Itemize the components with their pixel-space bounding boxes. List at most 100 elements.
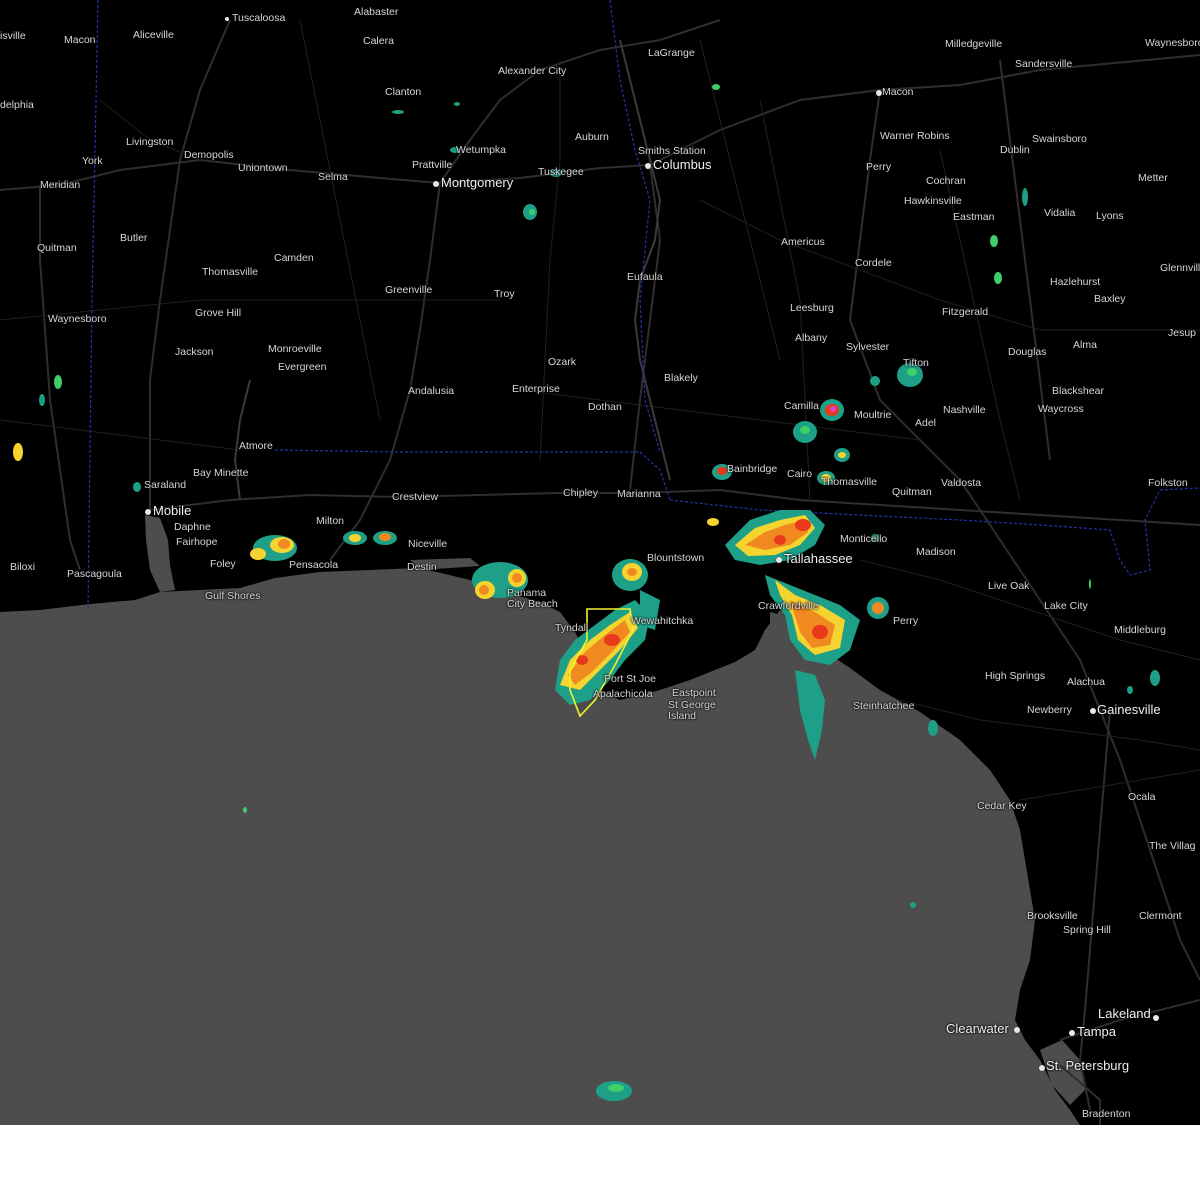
city-dot bbox=[645, 163, 651, 169]
city-label: Eastpoint bbox=[672, 687, 716, 699]
city-label: Cordele bbox=[855, 257, 892, 269]
city-label: Perry bbox=[866, 161, 892, 173]
city-label: Moultrie bbox=[854, 409, 892, 421]
city-label: Evergreen bbox=[278, 361, 327, 373]
city-label: Monroeville bbox=[268, 343, 322, 355]
city-label: Dublin bbox=[1000, 144, 1030, 156]
city-label: Metter bbox=[1138, 172, 1168, 184]
city-label: Macon bbox=[64, 34, 96, 46]
city-dot bbox=[145, 509, 151, 515]
rivers bbox=[233, 39, 671, 501]
city-label: LaGrange bbox=[648, 47, 695, 59]
city-label: Tyndall bbox=[555, 622, 589, 634]
city-dot bbox=[776, 557, 782, 563]
city-dot bbox=[1039, 1065, 1045, 1071]
city-label: Aliceville bbox=[133, 29, 174, 41]
city-label: Baxley bbox=[1094, 293, 1126, 305]
city-label: Saraland bbox=[144, 479, 187, 491]
city-label: Marianna bbox=[617, 488, 661, 500]
city-label: Port St Joe bbox=[604, 673, 656, 685]
city-label: Livingston bbox=[126, 136, 174, 148]
city-label: Wetumpka bbox=[456, 144, 506, 156]
city-label: Meridian bbox=[40, 179, 81, 191]
city-label: Fairhope bbox=[176, 536, 218, 548]
city-label: isville bbox=[0, 30, 26, 42]
city-label: Hawkinsville bbox=[904, 195, 962, 207]
city-label: Atmore bbox=[239, 440, 273, 452]
city-label: Destin bbox=[407, 561, 437, 573]
city-label: Lake City bbox=[1044, 600, 1088, 612]
city-label: Columbus bbox=[653, 157, 712, 172]
city-label: St. Petersburg bbox=[1046, 1058, 1130, 1073]
city-dot bbox=[1090, 708, 1096, 714]
city-label: Calera bbox=[363, 35, 394, 47]
city-label: Waynesboro bbox=[1145, 37, 1200, 49]
city-label: Crawfordville bbox=[758, 600, 819, 612]
basemap bbox=[0, 0, 1200, 1125]
city-label: Sandersville bbox=[1015, 58, 1073, 70]
city-label: Warner Robins bbox=[880, 130, 950, 142]
city-label: Live Oak bbox=[988, 580, 1030, 592]
city-label: Middleburg bbox=[1114, 624, 1166, 636]
city-label: Tuscaloosa bbox=[232, 12, 286, 24]
city-label: Cedar Key bbox=[977, 800, 1027, 812]
city-dot bbox=[1069, 1030, 1075, 1036]
city-label: Montgomery bbox=[441, 175, 514, 190]
storm-cell-pensacola bbox=[250, 535, 297, 561]
city-label: Douglas bbox=[1008, 346, 1047, 358]
radar-map[interactable]: Tuscaloosa Alabaster LaGrange Milledgevi… bbox=[0, 0, 1200, 1125]
city-label: Bradenton bbox=[1082, 1108, 1131, 1120]
city-label: The Villag bbox=[1149, 840, 1196, 852]
city-label: Folkston bbox=[1148, 477, 1188, 489]
city-label: Ozark bbox=[548, 356, 577, 368]
city-label: Lyons bbox=[1096, 210, 1124, 222]
city-label: Chipley bbox=[563, 487, 599, 499]
city-label: Pascagoula bbox=[67, 568, 122, 580]
city-label: Troy bbox=[494, 288, 515, 300]
city-label: Fitzgerald bbox=[942, 306, 989, 318]
city-label: Valdosta bbox=[941, 477, 982, 489]
city-dot bbox=[1014, 1027, 1020, 1033]
city-label: Leesburg bbox=[790, 302, 834, 314]
city-label: Apalachicola bbox=[593, 688, 653, 700]
city-label: Blakely bbox=[664, 372, 698, 384]
city-label: Nashville bbox=[943, 404, 986, 416]
city-label: Alabaster bbox=[354, 6, 399, 18]
city-label: Thomasville bbox=[821, 476, 878, 488]
city-label: Biloxi bbox=[10, 561, 36, 573]
city-label: Clearwater bbox=[946, 1021, 1009, 1036]
city-label: Monticello bbox=[840, 533, 888, 545]
city-label: Clanton bbox=[385, 86, 422, 98]
city-label: Camilla bbox=[784, 400, 820, 412]
city-label: Milledgeville bbox=[945, 38, 1003, 50]
city-label: Cairo bbox=[787, 468, 813, 480]
city-label: Enterprise bbox=[512, 383, 560, 395]
city-label: Madison bbox=[916, 546, 956, 558]
city-label: Swainsboro bbox=[1032, 133, 1087, 145]
city-label: Brooksville bbox=[1027, 910, 1078, 922]
city-label: St George Island bbox=[668, 699, 716, 722]
city-label: Camden bbox=[274, 252, 314, 264]
city-label: Bay Minette bbox=[193, 467, 249, 479]
city-label: Hazlehurst bbox=[1050, 276, 1101, 288]
city-label: Tifton bbox=[903, 357, 929, 369]
city-label: Panama City Beach bbox=[507, 587, 558, 610]
city-label: Bainbridge bbox=[727, 463, 778, 475]
city-label: Blountstown bbox=[647, 552, 705, 564]
city-dot bbox=[1153, 1015, 1159, 1021]
city-label: Milton bbox=[316, 515, 345, 527]
city-label: Perry bbox=[893, 615, 919, 627]
city-label: Uniontown bbox=[238, 162, 288, 174]
city-dot bbox=[225, 17, 229, 21]
city-label: Thomasville bbox=[202, 266, 259, 278]
city-label: Foley bbox=[210, 558, 236, 570]
city-label: Gulf Shores bbox=[205, 590, 261, 602]
city-label: Auburn bbox=[575, 131, 609, 143]
city-label: York bbox=[82, 155, 103, 167]
city-label: Selma bbox=[318, 171, 348, 183]
city-label: Tuskegee bbox=[538, 166, 584, 178]
city-label: Quitman bbox=[892, 486, 932, 498]
city-label: Daphne bbox=[174, 521, 211, 533]
city-label: Tallahassee bbox=[784, 551, 853, 566]
city-label: Alachua bbox=[1067, 676, 1105, 688]
